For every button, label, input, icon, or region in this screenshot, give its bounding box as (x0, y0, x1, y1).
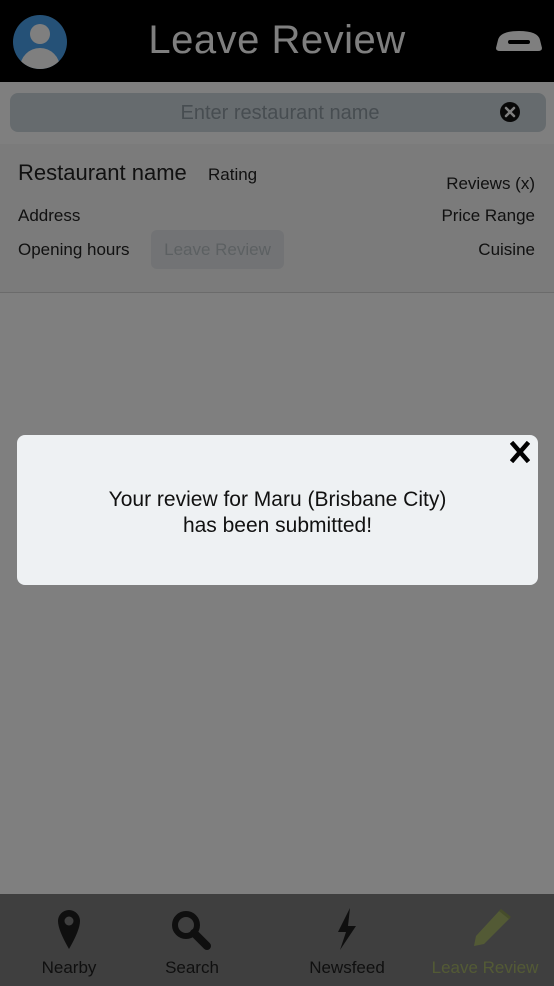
modal-message: Your review for Maru (Brisbane City) has… (17, 487, 538, 539)
close-x-icon[interactable] (510, 441, 530, 463)
modal-message-line1: Your review for Maru (Brisbane City) (108, 488, 447, 511)
modal-message-line2: has been submitted! (182, 514, 373, 537)
